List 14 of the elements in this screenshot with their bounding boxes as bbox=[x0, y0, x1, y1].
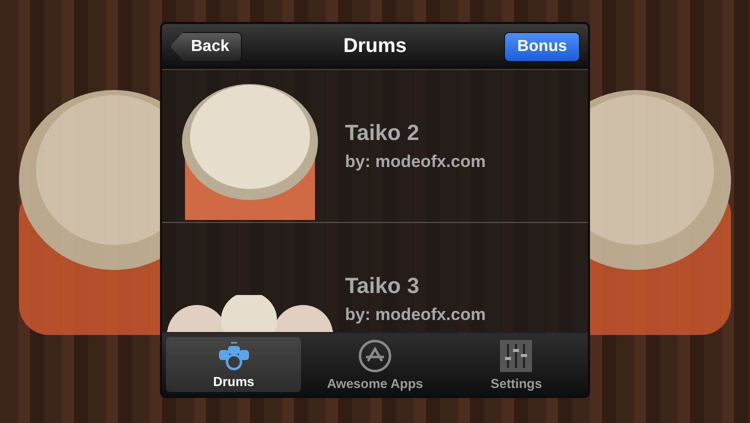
drum-author: by: modeofx.com bbox=[345, 305, 486, 325]
drum-row[interactable]: Taiko 2 by: modeofx.com bbox=[162, 70, 588, 223]
back-button[interactable]: Back bbox=[170, 32, 242, 62]
drum-name: Taiko 3 bbox=[345, 273, 420, 299]
bonus-button[interactable]: Bonus bbox=[504, 32, 580, 62]
drum-name: Taiko 2 bbox=[345, 120, 420, 146]
app-store-icon bbox=[358, 338, 392, 372]
navigation-title: Drums bbox=[343, 35, 407, 58]
tab[interactable]: Settings bbox=[448, 337, 584, 392]
sliders-icon bbox=[499, 338, 534, 372]
tab[interactable]: Awesome Apps bbox=[307, 337, 443, 392]
drum-kit-icon bbox=[216, 340, 251, 370]
drum-author: by: modeofx.com bbox=[345, 152, 486, 172]
tab[interactable]: Drums bbox=[166, 337, 302, 392]
